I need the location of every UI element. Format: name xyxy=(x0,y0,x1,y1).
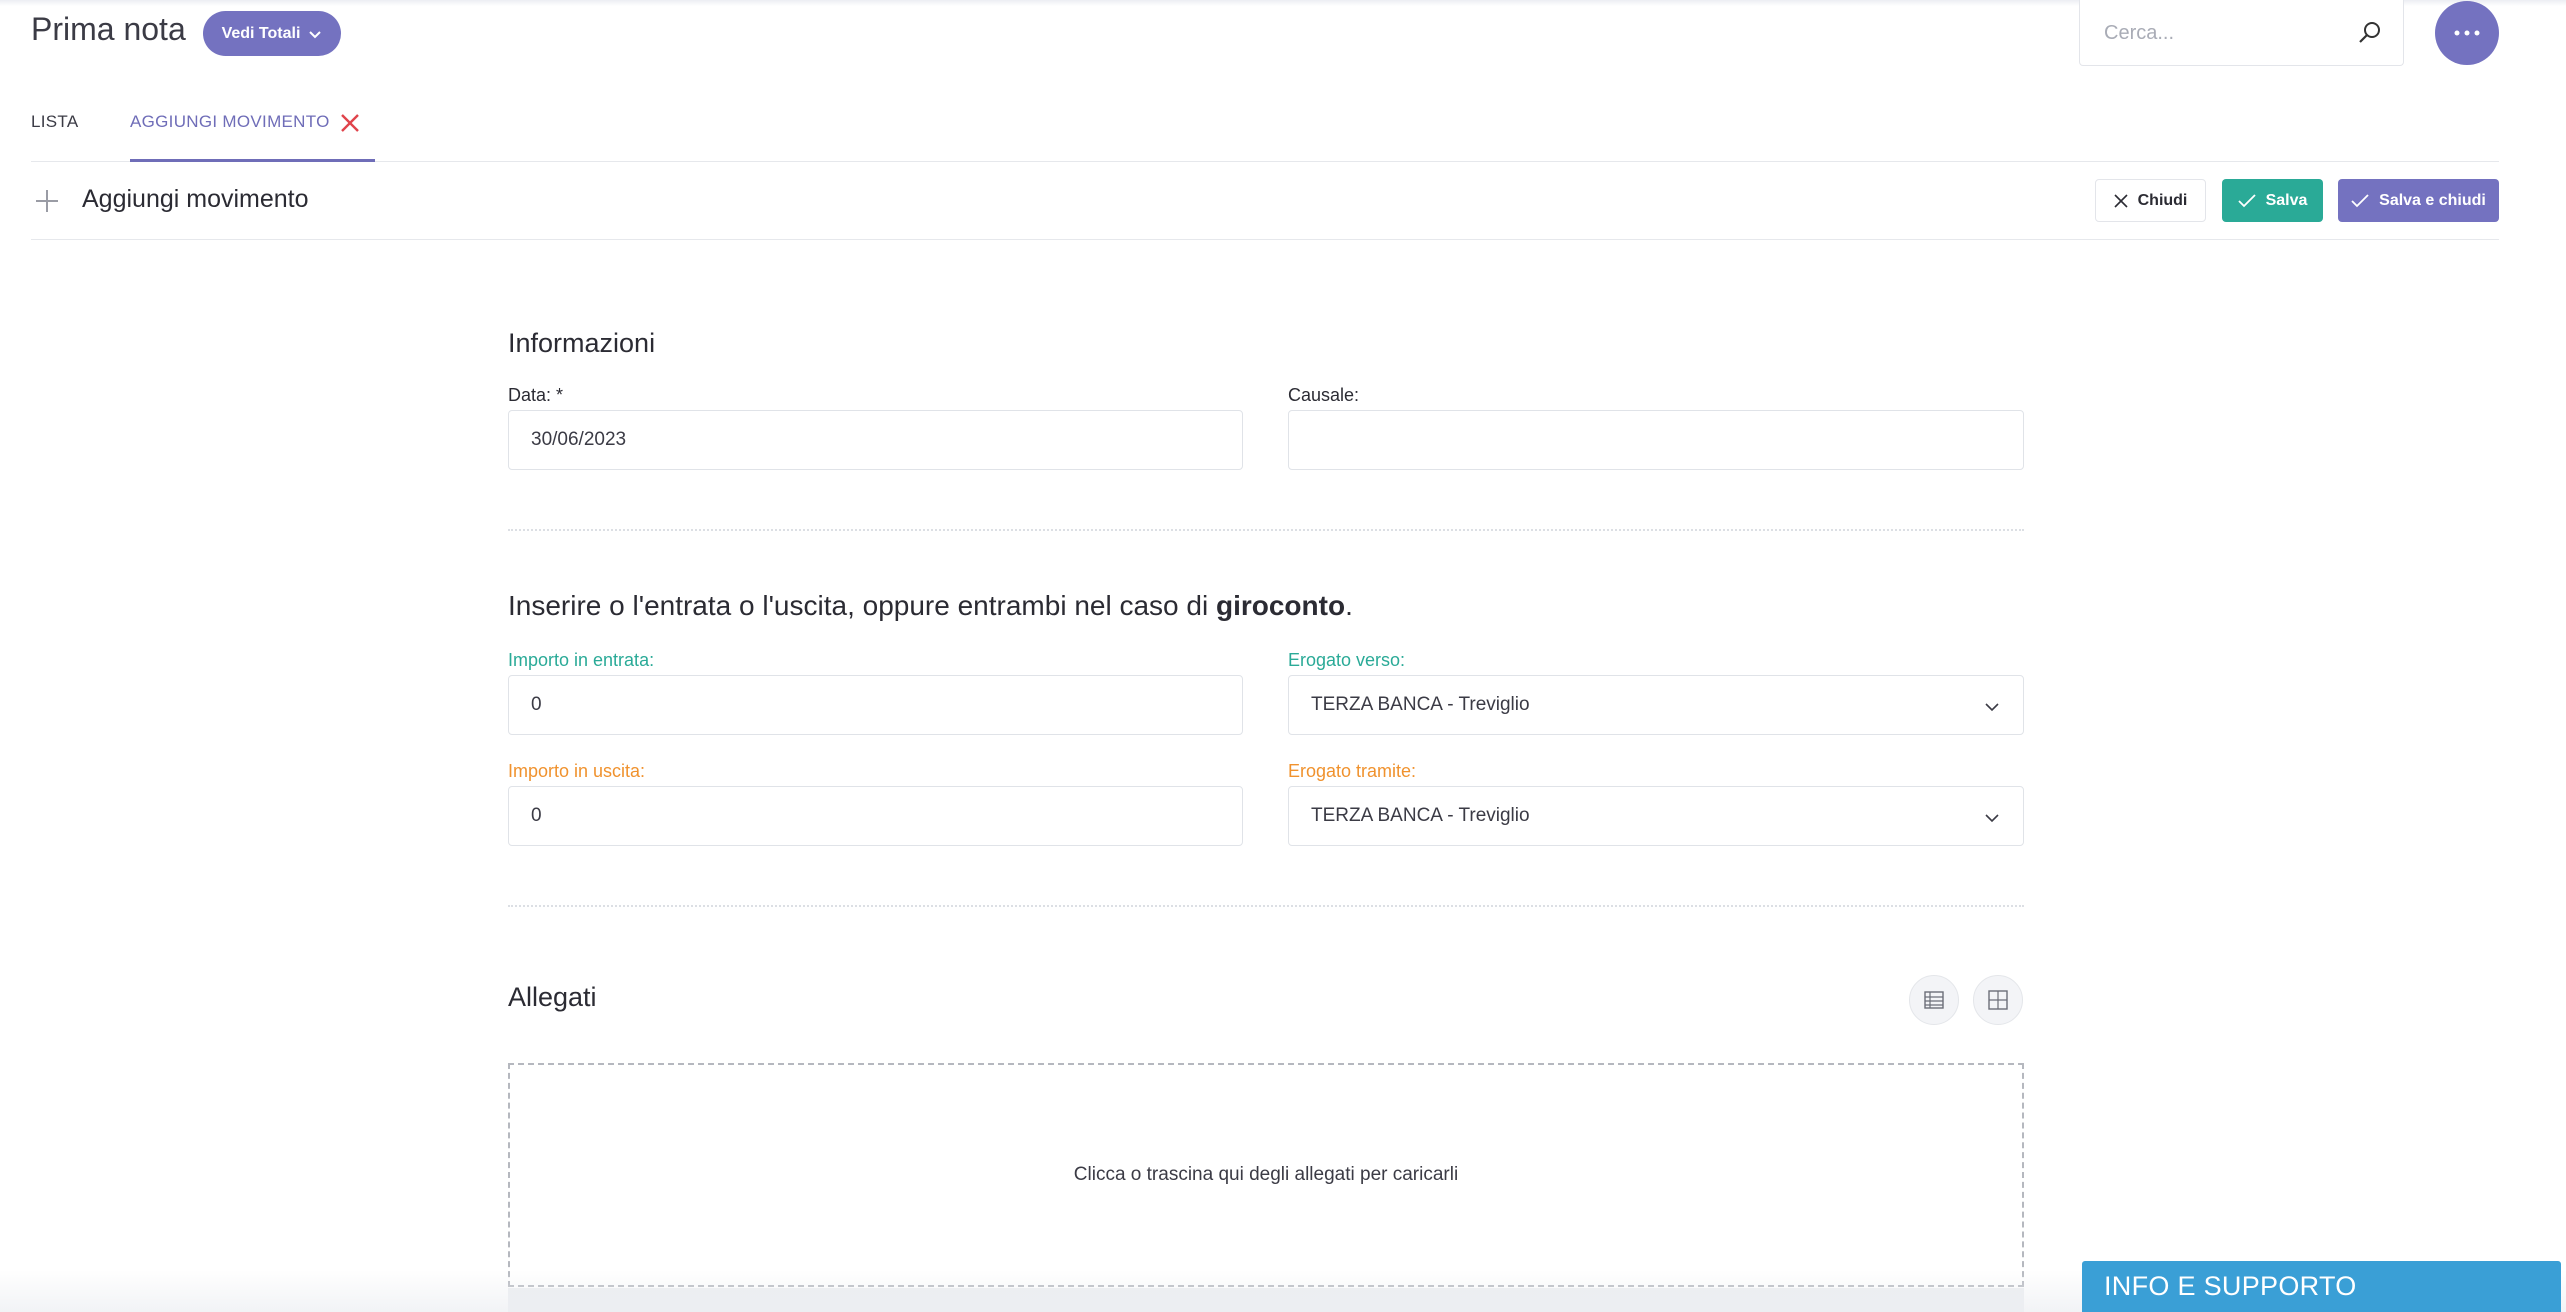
search-box xyxy=(2079,0,2404,66)
salva-label: Salva xyxy=(2265,191,2308,209)
informazioni-heading: Informazioni xyxy=(508,328,656,358)
data-value: 30/06/2023 xyxy=(531,429,627,450)
salva-e-chiudi-label: Salva e chiudi xyxy=(2379,191,2486,209)
importo-entrata-value: 0 xyxy=(531,694,542,715)
erogato-tramite-label: Erogato tramite: xyxy=(1288,761,1417,781)
hint-heading: Inserire o l'entrata o l'uscita, oppure … xyxy=(508,590,1353,622)
erogato-tramite-value: TERZA BANCA - Treviglio xyxy=(1311,805,1530,826)
tab-aggiungi-movimento[interactable]: AGGIUNGI MOVIMENTO xyxy=(130,112,330,132)
list-view-icon xyxy=(1924,991,1944,1009)
more-menu-button[interactable] xyxy=(2435,1,2499,65)
importo-entrata-label: Importo in entrata: xyxy=(508,650,655,670)
erogato-tramite-select[interactable]: TERZA BANCA - Treviglio xyxy=(1288,786,2024,846)
info-supporto-button[interactable]: INFO E SUPPORTO xyxy=(2082,1261,2561,1312)
data-label: Data: * xyxy=(508,385,564,405)
tab-lista[interactable]: LISTA xyxy=(31,112,78,132)
chiudi-label: Chiudi xyxy=(2137,191,2188,209)
search-input[interactable] xyxy=(2102,18,2342,48)
section-divider xyxy=(508,529,2024,531)
list-view-button[interactable] xyxy=(1909,975,1959,1025)
importo-uscita-field[interactable]: 0 xyxy=(508,786,1243,846)
page-title: Prima nota xyxy=(31,11,186,47)
vedi-totali-button[interactable]: Vedi Totali xyxy=(203,11,341,56)
attachments-footer xyxy=(508,1288,2024,1312)
info-supporto-label: INFO E SUPPORTO xyxy=(2104,1271,2357,1301)
hint-suffix: . xyxy=(1345,590,1353,621)
hint-bold: giroconto xyxy=(1215,590,1346,621)
importo-uscita-label: Importo in uscita: xyxy=(508,761,646,781)
chevron-down-icon xyxy=(309,30,322,38)
attachments-dropzone[interactable]: Clicca o trascina qui degli allegati per… xyxy=(508,1063,2024,1287)
erogato-verso-value: TERZA BANCA - Treviglio xyxy=(1311,694,1530,715)
dropzone-text: Clicca o trascina qui degli allegati per… xyxy=(1073,1164,1459,1185)
check-icon xyxy=(2351,193,2369,207)
causale-label: Causale: xyxy=(1288,385,1360,405)
salva-e-chiudi-button[interactable]: Salva e chiudi xyxy=(2338,179,2499,222)
importo-uscita-value: 0 xyxy=(531,805,542,826)
search-icon[interactable] xyxy=(2355,18,2385,48)
grid-view-button[interactable] xyxy=(1973,975,2023,1025)
allegati-heading: Allegati xyxy=(508,982,597,1012)
grid-view-icon xyxy=(1988,990,2008,1010)
hint-prefix: Inserire o l'entrata o l'uscita, oppure … xyxy=(508,590,1216,621)
chevron-down-icon xyxy=(1985,703,1999,712)
chiudi-button[interactable]: Chiudi xyxy=(2095,179,2206,222)
close-icon[interactable] xyxy=(337,110,363,136)
subheader-divider xyxy=(31,239,2499,240)
data-field[interactable]: 30/06/2023 xyxy=(508,410,1243,470)
causale-field[interactable] xyxy=(1288,410,2024,470)
more-icon xyxy=(2454,30,2480,36)
salva-button[interactable]: Salva xyxy=(2222,179,2323,222)
erogato-verso-label: Erogato verso: xyxy=(1288,650,1406,670)
chevron-down-icon xyxy=(1985,814,1999,823)
plus-icon xyxy=(36,190,58,212)
tabs-divider xyxy=(31,161,2499,162)
active-tab-indicator xyxy=(130,159,375,162)
erogato-verso-select[interactable]: TERZA BANCA - Treviglio xyxy=(1288,675,2024,735)
close-icon xyxy=(2114,193,2128,208)
section-title: Aggiungi movimento xyxy=(82,185,309,213)
check-icon xyxy=(2237,193,2256,207)
importo-entrata-field[interactable]: 0 xyxy=(508,675,1243,735)
section-divider xyxy=(508,905,2024,907)
vedi-totali-label: Vedi Totali xyxy=(221,24,301,42)
